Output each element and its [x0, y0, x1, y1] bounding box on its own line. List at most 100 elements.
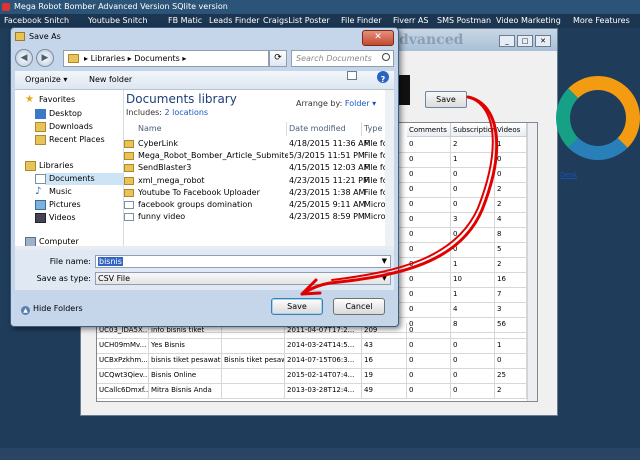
table-cell: 2014-03-24T14:5... — [285, 338, 362, 353]
nav-libraries[interactable]: Libraries — [25, 160, 74, 172]
nav-videos[interactable]: Videos — [35, 212, 76, 224]
nav-music[interactable]: ♪ Music — [35, 186, 72, 198]
column-header-name[interactable]: Name — [138, 122, 162, 136]
nav-favorites[interactable]: ★ Favorites — [25, 94, 76, 106]
file-list-item[interactable]: facebook groups domination 4/25/2015 9:11… — [124, 199, 392, 211]
table-cell: 0 — [407, 338, 451, 353]
table-cell: 0 — [407, 182, 451, 197]
minimize-icon[interactable]: _ — [499, 35, 515, 47]
save-type-select[interactable]: CSV File ▼ — [95, 272, 391, 285]
table-row[interactable]: UCQwt3Qiev... Bisnis Online 2015-02-14T07:… — [97, 368, 527, 384]
cancel-button[interactable]: Cancel — [333, 298, 385, 315]
folder-icon — [124, 176, 134, 185]
nav-favorites-label: Favorites — [39, 95, 76, 104]
grid-header-videos[interactable]: Videos — [495, 123, 527, 137]
desk-link[interactable]: Desk — [560, 171, 577, 179]
search-icon — [382, 53, 390, 61]
includes-locations-link[interactable]: 2 locations — [165, 108, 209, 117]
file-date: 4/18/2015 11:36 AM — [289, 139, 371, 148]
menu-facebook-snitch[interactable]: Facebook Snitch — [4, 14, 69, 28]
column-header-type[interactable]: Type — [364, 122, 382, 136]
grid-scrollbar[interactable] — [527, 123, 537, 401]
close-icon[interactable]: ✕ — [535, 35, 551, 47]
address-bar[interactable]: ▸ Libraries ▸ Documents ▸ — [63, 50, 269, 67]
search-input[interactable]: Search Documents — [291, 50, 394, 67]
main-heading-fragment: dvanced — [399, 32, 464, 48]
file-list-item[interactable]: Youtube To Facebook Uploader 4/23/2015 1:… — [124, 187, 392, 199]
hide-folders-label: Hide Folders — [33, 304, 83, 313]
table-row[interactable]: UCH09mMv... Yes Bisnis 2014-03-24T14:5... 4… — [97, 338, 527, 354]
menu-sms-postman[interactable]: SMS Postman — [437, 14, 491, 28]
table-cell: 1 — [451, 152, 495, 167]
document-icon — [124, 201, 134, 209]
table-cell: Bisnis Online — [149, 368, 222, 383]
table-cell: 1 — [495, 338, 527, 353]
menu-leads-finder[interactable]: Leads Finder — [209, 14, 260, 28]
breadcrumb-documents[interactable]: Documents — [134, 54, 180, 63]
nav-recent-label: Recent Places — [49, 135, 105, 144]
menu-more-features[interactable]: More Features — [573, 14, 630, 28]
breadcrumb-libraries[interactable]: Libraries — [91, 54, 126, 63]
grid-header-subscription[interactable]: Subscription — [451, 123, 497, 137]
menu-video-marketing[interactable]: Video Marketing — [496, 14, 561, 28]
nav-pictures[interactable]: Pictures — [35, 199, 81, 211]
dialog-title-bar: Save As ✕ — [11, 28, 398, 46]
menu-youtube-snitch[interactable]: Youtube Snitch — [88, 14, 148, 28]
file-list-item[interactable]: xml_mega_robot 4/23/2015 11:21 PM File fol — [124, 175, 392, 187]
table-cell: Yes Bisnis — [149, 338, 222, 353]
back-icon[interactable]: ◀ — [15, 49, 33, 67]
chevron-down-icon[interactable]: ▼ — [382, 256, 387, 267]
table-cell: 0 — [407, 227, 451, 242]
desktop-icon — [35, 109, 46, 119]
nav-computer-label: Computer — [39, 237, 79, 246]
view-options-icon[interactable] — [347, 71, 357, 80]
nav-desktop-label: Desktop — [49, 109, 82, 118]
table-cell: 2 — [451, 137, 495, 152]
forward-icon[interactable]: ▶ — [36, 49, 54, 67]
menu-craigslist-poster[interactable]: CraigsList Poster — [263, 14, 330, 28]
save-button[interactable]: Save — [271, 298, 323, 315]
hide-folders-toggle[interactable]: ▲ Hide Folders — [21, 304, 83, 315]
help-icon[interactable]: ? — [377, 71, 389, 84]
file-list-scrollbar[interactable] — [385, 90, 394, 246]
table-cell: UCallc6Dmxf... — [97, 383, 149, 398]
menu-fiverr-as[interactable]: Fiverr AS — [393, 14, 428, 28]
table-cell: 0 — [407, 383, 451, 398]
pictures-icon — [35, 200, 46, 210]
grid-header-comments[interactable]: Comments — [407, 123, 451, 137]
column-header-date[interactable]: Date modified — [289, 122, 346, 136]
nav-documents[interactable]: Documents — [35, 173, 123, 185]
table-row[interactable]: UCBxPzkhm... bisnis tiket pesawat Bisnis t… — [97, 353, 527, 369]
breadcrumb: ▸ Libraries ▸ Documents ▸ — [84, 54, 187, 63]
file-list-item[interactable]: CyberLink 4/18/2015 11:36 AM File fol — [124, 138, 392, 150]
menu-file-finder[interactable]: File Finder — [341, 14, 382, 28]
refresh-icon[interactable]: ⟳ — [269, 50, 287, 67]
new-folder-button[interactable]: New folder — [89, 71, 132, 89]
menu-fb-matic[interactable]: FB Matic — [168, 14, 202, 28]
main-save-button[interactable]: Save — [425, 91, 467, 108]
table-cell: 43 — [362, 338, 407, 353]
app-icon — [2, 3, 10, 11]
app-menu-bar: Facebook Snitch Youtube Snitch FB Matic … — [0, 14, 640, 28]
file-name-input[interactable]: bisnis ▼ — [95, 255, 391, 268]
organize-button[interactable]: Organize ▾ — [25, 71, 67, 89]
folder-icon — [15, 32, 25, 41]
maximize-icon[interactable]: □ — [517, 35, 533, 47]
file-date: 5/3/2015 11:51 PM — [289, 151, 365, 161]
nav-recent-places[interactable]: Recent Places — [35, 134, 105, 146]
folder-icon — [124, 140, 134, 148]
table-cell: 1 — [451, 257, 495, 272]
file-list-item[interactable]: SendBlaster3 4/15/2015 12:03 AM File fol — [124, 162, 392, 174]
file-date: 4/23/2015 11:21 PM — [289, 175, 370, 185]
file-date: 4/23/2015 1:38 AM — [289, 187, 366, 197]
file-list-item[interactable]: Mega_Robot_Bomber_Article_Submiter 5/3/20… — [124, 150, 392, 162]
dialog-close-button[interactable]: ✕ — [362, 30, 394, 46]
table-cell: 0 — [407, 287, 451, 302]
folder-icon — [124, 188, 134, 197]
table-cell — [451, 323, 495, 338]
table-row[interactable]: UCallc6Dmxf... Mitra Bisnis Anda 2013-03-2… — [97, 383, 527, 399]
nav-downloads-label: Downloads — [49, 122, 93, 131]
nav-downloads[interactable]: Downloads — [35, 121, 93, 133]
nav-desktop[interactable]: Desktop — [35, 108, 82, 120]
arrange-by-dropdown[interactable]: Folder ▾ — [345, 99, 376, 108]
